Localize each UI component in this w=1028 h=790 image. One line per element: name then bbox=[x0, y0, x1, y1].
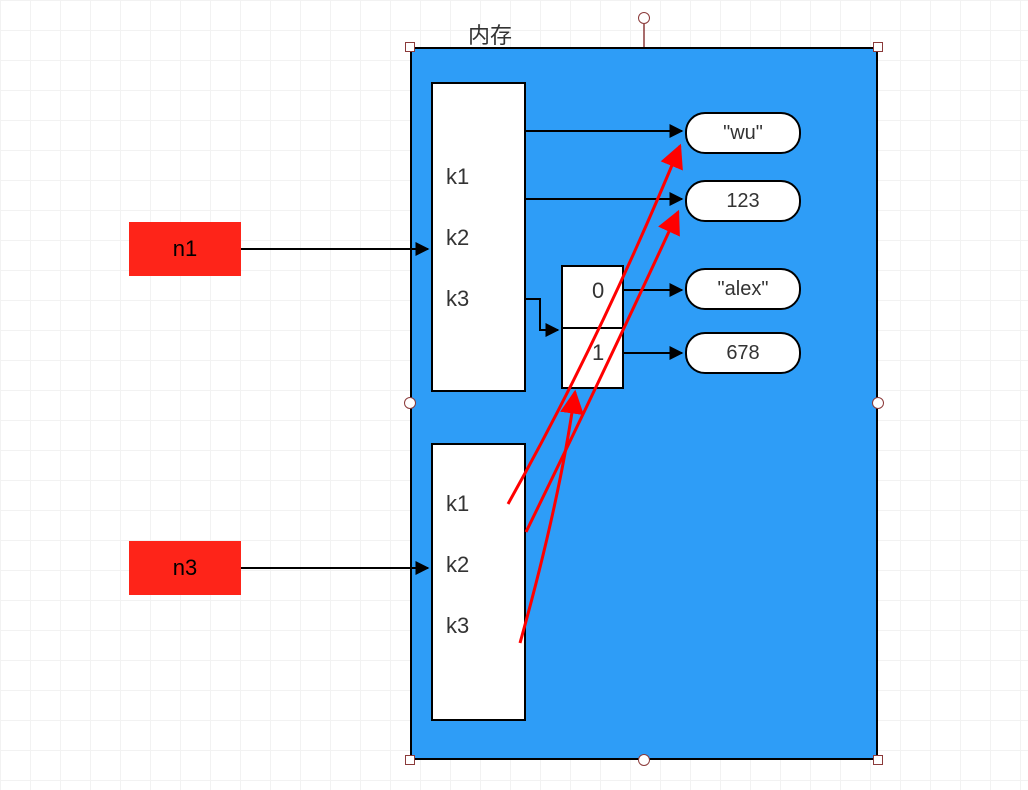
rotation-handle[interactable] bbox=[638, 12, 650, 24]
var-n1: n1 bbox=[129, 222, 241, 276]
var-n3-label: n3 bbox=[173, 555, 197, 581]
value-wu-label: "wu" bbox=[723, 122, 763, 145]
dict1-k1: k1 bbox=[446, 164, 469, 190]
dict2-box bbox=[431, 443, 526, 721]
list-idx1: 1 bbox=[592, 340, 604, 366]
selection-handle[interactable] bbox=[405, 755, 415, 765]
selection-handle-mid[interactable] bbox=[404, 397, 416, 409]
selection-handle[interactable] bbox=[405, 42, 415, 52]
dict2-k3: k3 bbox=[446, 613, 469, 639]
memory-title: 内存 bbox=[468, 18, 512, 50]
diagram-canvas: 内存 n1 n3 k1 k2 k3 k1 k2 k3 0 1 "wu" 123 … bbox=[0, 0, 1028, 790]
selection-handle[interactable] bbox=[873, 755, 883, 765]
value-alex-label: "alex" bbox=[718, 278, 769, 301]
var-n3: n3 bbox=[129, 541, 241, 595]
selection-handle[interactable] bbox=[873, 42, 883, 52]
dict2-k1: k1 bbox=[446, 491, 469, 517]
value-alex: "alex" bbox=[685, 268, 801, 310]
selection-handle-mid[interactable] bbox=[638, 754, 650, 766]
selection-handle-mid[interactable] bbox=[872, 397, 884, 409]
list-idx0: 0 bbox=[592, 278, 604, 304]
var-n1-label: n1 bbox=[173, 236, 197, 262]
value-wu: "wu" bbox=[685, 112, 801, 154]
value-678-label: 678 bbox=[726, 342, 759, 365]
value-678: 678 bbox=[685, 332, 801, 374]
dict1-k2: k2 bbox=[446, 225, 469, 251]
dict1-k3: k3 bbox=[446, 286, 469, 312]
list-divider bbox=[563, 327, 622, 329]
value-123: 123 bbox=[685, 180, 801, 222]
value-123-label: 123 bbox=[726, 190, 759, 213]
dict2-k2: k2 bbox=[446, 552, 469, 578]
